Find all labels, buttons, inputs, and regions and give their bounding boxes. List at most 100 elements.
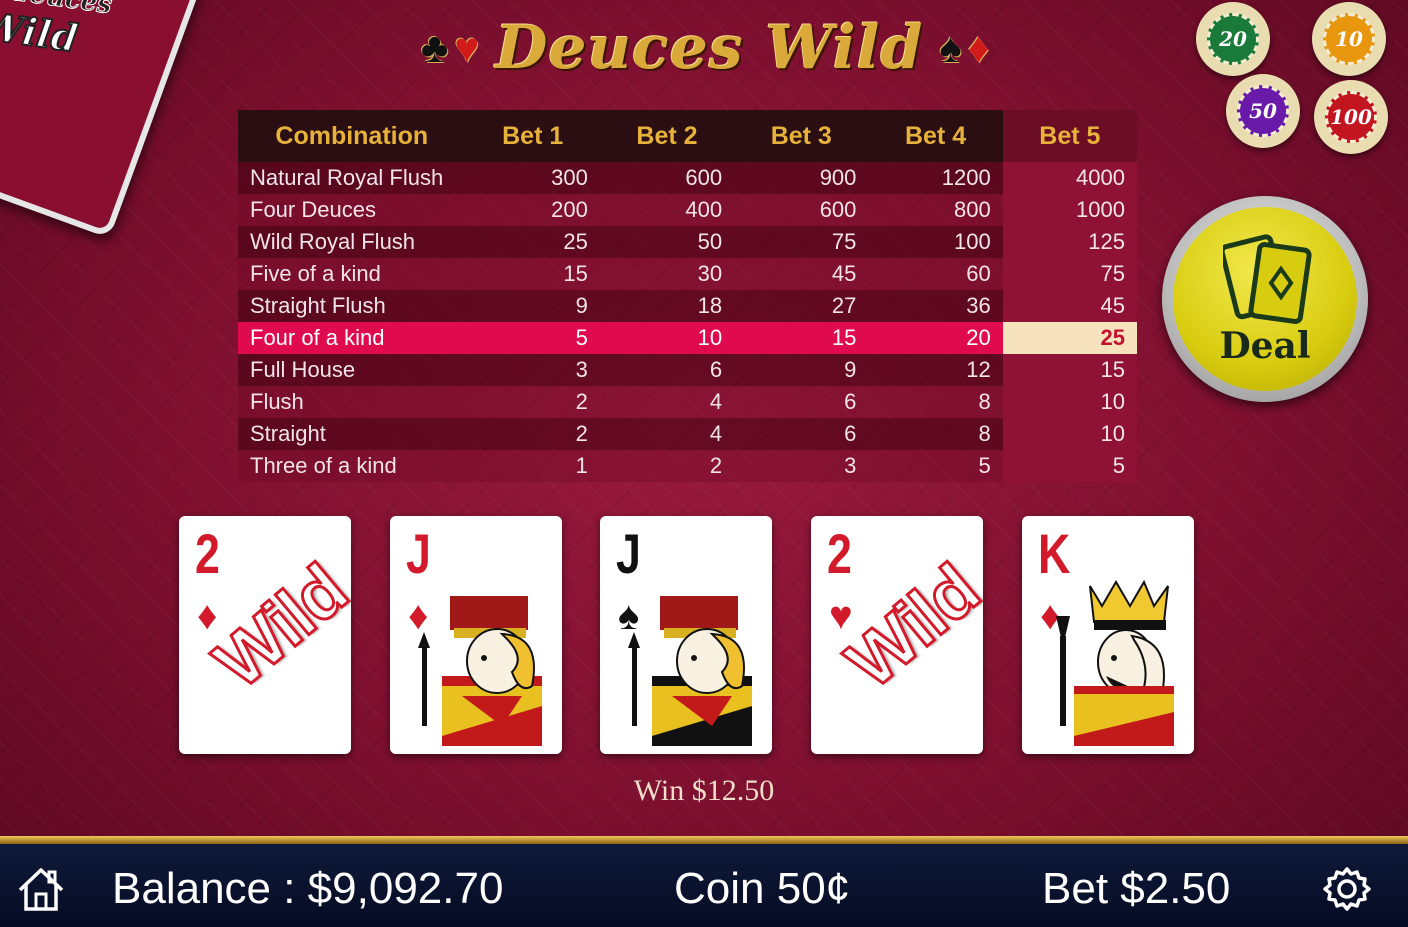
paytable-row: Five of a kind 15 30 45 60 75 (238, 258, 1137, 290)
payout-value: 12 (868, 354, 1003, 386)
game-title: ♣ ♥ Deuces Wild ♠ ♦ (395, 8, 1015, 88)
header-bet-1[interactable]: Bet 1 (465, 110, 600, 162)
card-rank: 2 (195, 522, 220, 585)
payout-value: 5 (1002, 450, 1137, 482)
chip-label: 50 (1237, 85, 1289, 137)
balance-display: Balance : $9,092.70 (112, 864, 504, 913)
chip-20[interactable]: 20 (1196, 2, 1270, 76)
paytable-row: Wild Royal Flush 25 50 75 100 125 (238, 226, 1137, 258)
header-bet-3[interactable]: Bet 3 (734, 110, 869, 162)
payout-value: 100 (868, 226, 1003, 258)
payout-value: 5 (465, 322, 600, 354)
paytable-row: Straight Flush 9 18 27 36 45 (238, 290, 1137, 322)
paytable-row: Straight 2 4 6 8 10 (238, 418, 1137, 450)
payout-value: 4000 (1002, 162, 1137, 194)
payout-value: 15 (734, 322, 869, 354)
club-icon: ♣ (420, 24, 449, 71)
paytable-row: Four Deuces 200 400 600 800 1000 (238, 194, 1137, 226)
combination-name: Four of a kind (238, 322, 466, 354)
header-bet-4[interactable]: Bet 4 (868, 110, 1003, 162)
chip-10[interactable]: 10 (1312, 2, 1386, 76)
card-rank: K (1038, 522, 1071, 585)
coin-display[interactable]: Coin 50¢ (674, 864, 850, 914)
chip-50[interactable]: 50 (1226, 74, 1300, 148)
payout-value: 6 (599, 354, 735, 386)
header-combination: Combination (238, 110, 466, 162)
payout-value: 4 (599, 418, 735, 450)
combination-name: Wild Royal Flush (238, 226, 466, 258)
payout-value: 1000 (1002, 194, 1137, 226)
payout-value: 60 (868, 258, 1003, 290)
paytable-row: Three of a kind 1 2 3 5 5 (238, 450, 1137, 482)
combination-name: Straight Flush (238, 290, 466, 322)
payout-value: 200 (465, 194, 600, 226)
payout-value: 125 (1002, 226, 1137, 258)
playing-card[interactable]: J ♦ (390, 516, 562, 754)
payout-value: 600 (599, 162, 735, 194)
payout-value: 10 (1002, 418, 1137, 450)
diamond-icon: ♦ (967, 24, 990, 71)
paytable-row: Flush 2 4 6 8 10 (238, 386, 1137, 418)
king-face-icon (1056, 579, 1174, 746)
gear-icon[interactable] (1322, 864, 1372, 914)
home-icon[interactable] (16, 866, 66, 912)
payout-value: 300 (465, 162, 600, 194)
wild-label: Wild (831, 549, 983, 705)
payout-value: 2 (599, 450, 735, 482)
payout-value: 30 (599, 258, 735, 290)
deal-label: Deal (1219, 325, 1311, 367)
payout-value: 10 (599, 322, 735, 354)
spade-icon: ♠ (939, 24, 962, 71)
payout-value: 45 (1002, 290, 1137, 322)
combination-name: Three of a kind (238, 450, 466, 482)
payout-value: 6 (734, 418, 869, 450)
deal-button-face[interactable]: Deal (1173, 207, 1357, 391)
payout-value: 5 (868, 450, 1003, 482)
playing-card[interactable]: J ♠ (600, 516, 772, 754)
divider (0, 836, 1408, 844)
payout-value: 27 (734, 290, 869, 322)
payout-value: 900 (734, 162, 869, 194)
combination-name: Full House (238, 354, 466, 386)
payout-value: 25 (465, 226, 600, 258)
deal-button[interactable]: Deal (1162, 196, 1368, 402)
card-rank: 2 (827, 522, 852, 585)
payout-value: 8 (868, 386, 1003, 418)
wild-label: Wild (199, 549, 351, 705)
payout-value: 9 (465, 290, 600, 322)
playing-card[interactable]: 2 ♥ Wild (811, 516, 983, 754)
game-table: deuces Wild ♣ ♥ Deuces Wild ♠ ♦ Combinat… (0, 0, 1408, 927)
title-text: Deuces Wild (495, 13, 924, 83)
payout-value: 800 (868, 194, 1003, 226)
paytable-row: Natural Royal Flush 300 600 900 1200 4000 (238, 162, 1137, 194)
playing-card[interactable]: K ♦ (1022, 516, 1194, 754)
payout-value: 1 (465, 450, 600, 482)
cards-icon (1223, 234, 1312, 324)
payout-value: 75 (1002, 258, 1137, 290)
chip-100[interactable]: 100 (1314, 80, 1388, 154)
card-deck: deuces Wild (0, 0, 203, 239)
combination-name: Flush (238, 386, 466, 418)
payout-value: 8 (868, 418, 1003, 450)
combination-name: Natural Royal Flush (238, 162, 466, 194)
header-bet-5[interactable]: Bet 5 (1002, 110, 1137, 162)
bet-display[interactable]: Bet $2.50 (1042, 864, 1230, 914)
paytable: Combination Bet 1 Bet 2 Bet 3 Bet 4 Bet 5 Nat… (238, 110, 1137, 482)
chip-label: 100 (1325, 91, 1377, 143)
heart-icon: ♥ (454, 24, 480, 71)
payout-value: 600 (734, 194, 869, 226)
win-text: Win $12.50 (633, 774, 775, 807)
card-rank: J (406, 522, 431, 585)
deuces-wild-logo: deuces Wild (0, 0, 114, 62)
paytable-row: Four of a kind 5 10 15 20 25 (238, 322, 1137, 354)
payout-value: 3 (734, 450, 869, 482)
payout-value: 10 (1002, 386, 1137, 418)
paytable-row: Full House 3 6 9 12 15 (238, 354, 1137, 386)
payout-value: 3 (465, 354, 600, 386)
payout-value: 20 (868, 322, 1003, 354)
payout-value: 2 (465, 386, 600, 418)
payout-value: 50 (599, 226, 735, 258)
header-bet-2[interactable]: Bet 2 (599, 110, 735, 162)
payout-value: 36 (868, 290, 1003, 322)
playing-card[interactable]: 2 ♦ Wild (179, 516, 351, 754)
